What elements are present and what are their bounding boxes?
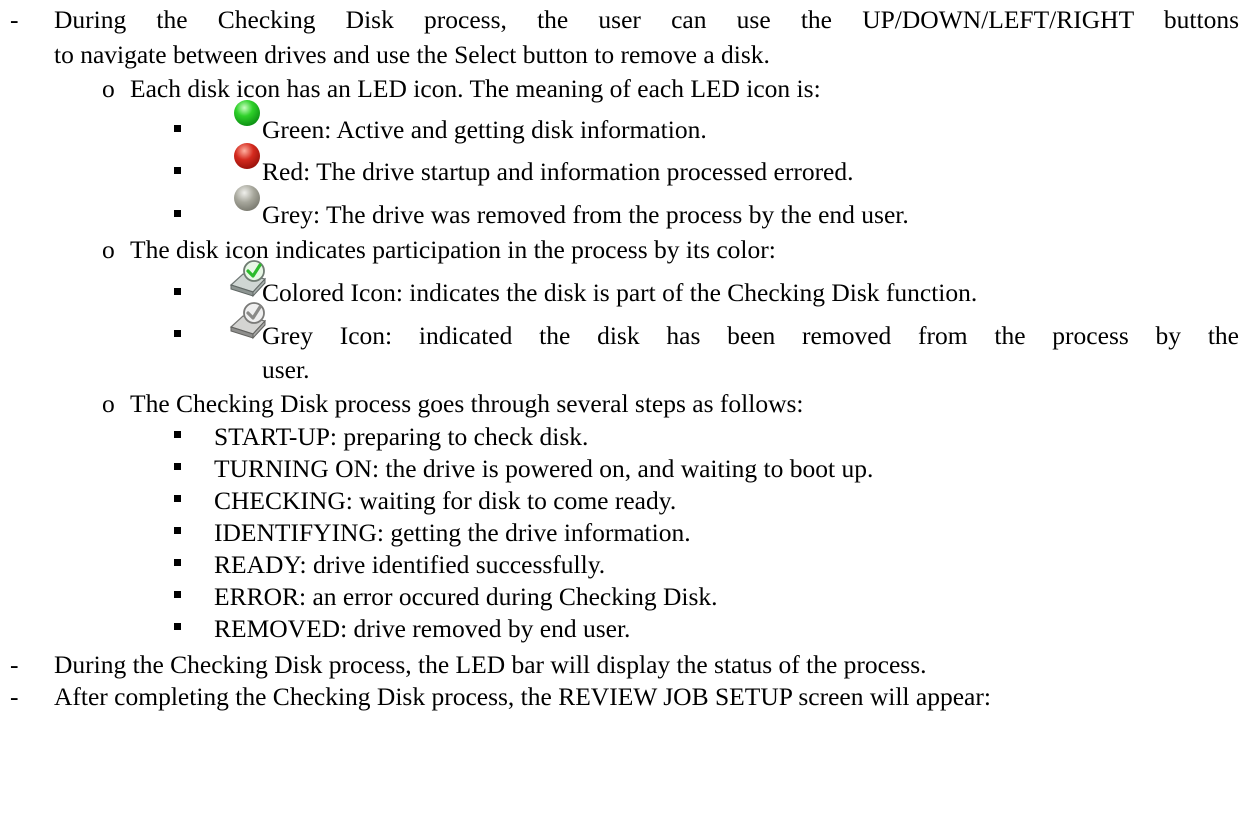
step-item: START-UP: preparing to check disk. <box>214 422 589 451</box>
step-item: ERROR: an error occured during Checking … <box>214 582 718 611</box>
sub-bullet: o <box>102 235 115 264</box>
led-intro: Each disk icon has an LED icon. The mean… <box>130 74 821 103</box>
dash-bullet: - <box>10 650 19 679</box>
step-item: REMOVED: drive removed by end user. <box>214 614 631 643</box>
square-bullet <box>174 623 181 630</box>
led-item-green: Green: Active and getting disk informati… <box>262 115 707 144</box>
grey-led-icon <box>234 185 260 211</box>
square-bullet <box>174 463 181 470</box>
step-item: READY: drive identified successfully. <box>214 550 606 579</box>
square-bullet <box>174 288 181 295</box>
step-item: CHECKING: waiting for disk to come ready… <box>214 486 677 515</box>
square-bullet <box>174 559 181 566</box>
square-bullet <box>174 527 181 534</box>
disk-item-grey-line-2: user. <box>262 355 310 384</box>
sub-bullet: o <box>102 74 115 103</box>
intro-line-1: During the Checking Disk process, the us… <box>54 5 1239 34</box>
square-bullet <box>174 210 181 217</box>
square-bullet <box>174 125 181 132</box>
dash-bullet: - <box>10 682 19 711</box>
square-bullet <box>174 330 181 337</box>
square-bullet <box>174 495 181 502</box>
step-item: IDENTIFYING: getting the drive informati… <box>214 518 691 547</box>
led-item-red: Red: The drive startup and information p… <box>262 157 854 186</box>
disk-intro: The disk icon indicates participation in… <box>130 235 776 264</box>
square-bullet <box>174 591 181 598</box>
disk-item-colored: Colored Icon: indicates the disk is part… <box>262 278 978 307</box>
intro-line-2: to navigate between drives and use the S… <box>54 40 770 69</box>
led-item-grey: Grey: The drive was removed from the pro… <box>262 200 909 229</box>
disk-item-grey-line-1: Grey Icon: indicated the disk has been r… <box>262 321 1239 350</box>
red-led-icon <box>234 143 260 169</box>
closing-line-1: During the Checking Disk process, the LE… <box>54 650 927 679</box>
green-led-icon <box>234 100 260 126</box>
closing-line-2: After completing the Checking Disk proce… <box>54 682 991 711</box>
square-bullet <box>174 431 181 438</box>
sub-bullet: o <box>102 389 115 418</box>
square-bullet <box>174 167 181 174</box>
step-item: TURNING ON: the drive is powered on, and… <box>214 454 874 483</box>
steps-intro: The Checking Disk process goes through s… <box>130 389 804 418</box>
dash-bullet: - <box>10 5 19 34</box>
